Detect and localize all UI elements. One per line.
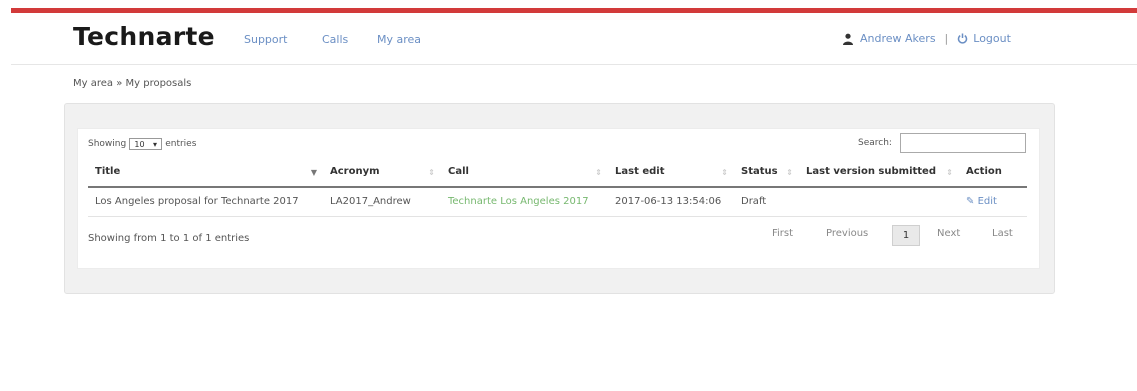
cell-status: Draft	[734, 187, 799, 217]
user-icon	[842, 33, 854, 45]
pager-previous[interactable]: Previous	[826, 228, 868, 239]
breadcrumb: My area » My proposals	[73, 78, 192, 89]
call-link[interactable]: Technarte Los Angeles 2017	[448, 196, 589, 207]
user-name-link[interactable]: Andrew Akers	[860, 32, 936, 45]
search-label: Search:	[858, 138, 892, 148]
page-length-select[interactable]: 10 ▾	[129, 138, 163, 150]
proposals-table: Title ▼ Acronym ⇕ Call ⇕ Last edit ⇕ Status ⇕…	[88, 157, 1027, 217]
edit-link[interactable]: ✎ Edit	[966, 196, 997, 207]
sort-icon: ⇕	[786, 168, 793, 177]
sort-icon: ⇕	[595, 168, 602, 177]
column-last-version-submitted[interactable]: Last version submitted ⇕	[799, 157, 959, 188]
cell-action: ✎ Edit	[959, 187, 1027, 217]
nav-my-area[interactable]: My area	[377, 33, 421, 46]
pager-page-1[interactable]: 1	[892, 225, 920, 246]
showing-suffix: entries	[165, 139, 197, 149]
cell-last-version-submitted	[799, 187, 959, 217]
cell-last-edit: 2017-06-13 13:54:06	[608, 187, 734, 217]
nav-support[interactable]: Support	[244, 33, 287, 46]
cell-call: Technarte Los Angeles 2017	[441, 187, 608, 217]
table-row: Los Angeles proposal for Technarte 2017 …	[88, 187, 1027, 217]
pager-next[interactable]: Next	[937, 228, 960, 239]
sort-icon: ⇕	[428, 168, 435, 177]
edit-icon: ✎	[966, 196, 975, 208]
column-title[interactable]: Title ▼	[88, 157, 323, 188]
table-header-row: Title ▼ Acronym ⇕ Call ⇕ Last edit ⇕ Status ⇕…	[88, 157, 1027, 188]
page-length-control: Showing 10 ▾ entries	[88, 138, 196, 150]
power-icon[interactable]	[957, 33, 968, 44]
nav-calls[interactable]: Calls	[322, 33, 348, 46]
sort-icon: ⇕	[946, 168, 953, 177]
pager-last[interactable]: Last	[992, 228, 1013, 239]
column-call[interactable]: Call ⇕	[441, 157, 608, 188]
cell-title: Los Angeles proposal for Technarte 2017	[88, 187, 323, 217]
sort-desc-icon: ▼	[310, 168, 317, 177]
column-action: Action	[959, 157, 1027, 188]
page-length-value: 10	[134, 139, 145, 149]
table-info: Showing from 1 to 1 of 1 entries	[88, 233, 250, 244]
column-acronym[interactable]: Acronym ⇕	[323, 157, 441, 188]
logout-link[interactable]: Logout	[973, 32, 1011, 45]
showing-prefix: Showing	[88, 139, 127, 149]
cell-acronym: LA2017_Andrew	[323, 187, 441, 217]
column-last-edit[interactable]: Last edit ⇕	[608, 157, 734, 188]
brand-logo[interactable]: Technarte	[73, 22, 215, 51]
column-status[interactable]: Status ⇕	[734, 157, 799, 188]
header-separator: |	[944, 32, 949, 45]
pager-first[interactable]: First	[772, 228, 793, 239]
caret-down-icon: ▾	[152, 139, 157, 149]
edit-label: Edit	[977, 196, 997, 208]
user-area: Andrew Akers | Logout	[842, 32, 1011, 45]
sort-icon: ⇕	[721, 168, 728, 177]
search-input[interactable]	[900, 133, 1026, 153]
